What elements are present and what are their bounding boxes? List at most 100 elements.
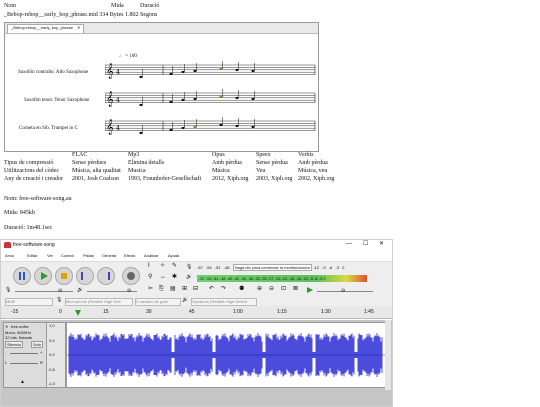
note <box>181 126 185 130</box>
timeline[interactable]: -15 0 15 30 45 1:00 1:15 1:30 1:45 <box>1 306 392 319</box>
undo-icon[interactable]: ↶ <box>209 286 214 293</box>
envelope-tool-icon[interactable]: ✧ <box>160 263 165 270</box>
note <box>219 67 223 71</box>
channels-select[interactable]: 2 canales de grab <box>135 298 181 306</box>
note <box>193 69 197 73</box>
menu-generar[interactable]: Generar <box>102 253 117 258</box>
vertical-ruler: 1,0 0,5 0,0 -0,5 -1,0 <box>46 322 66 388</box>
gain-slider[interactable] <box>10 353 38 354</box>
record-volume-thumb[interactable]: ⊖ <box>58 288 62 294</box>
draw-tool-icon[interactable]: ✎ <box>172 263 177 270</box>
score-viewer: _Bebop-rebop__early_bop_phrase ✕ ♩ = 100… <box>4 22 319 152</box>
playback-meter[interactable]: -57 -54 -51 -48 -45 -42 -39 -36 -33 -30 … <box>197 275 367 282</box>
track-close-icon[interactable]: ✕ <box>5 324 8 329</box>
copy-icon[interactable]: ⎘ <box>159 286 164 293</box>
output-device-select[interactable]: Speakers (Realtek High Definit <box>191 298 257 306</box>
play-speed-thumb[interactable]: ⊖ <box>341 288 345 294</box>
playback-volume-thumb[interactable]: ⊖ <box>127 288 131 294</box>
close-window-button[interactable]: ✕ <box>379 241 384 248</box>
codec-cell: Amb pèrdua <box>298 160 328 166</box>
pause-button[interactable] <box>13 267 31 285</box>
menu-arxiu[interactable]: Arxiu <box>5 253 14 258</box>
menu-control[interactable]: Control <box>61 253 74 258</box>
codec-cell: Utilitzacions del còdec <box>4 168 59 174</box>
cut-icon[interactable]: ✂ <box>148 286 153 293</box>
play-button[interactable] <box>34 267 52 285</box>
headphones-icon <box>4 242 11 248</box>
timeline-label: 1:00 <box>233 309 243 315</box>
meter-prompt[interactable]: Haga clic para comenzar la monitorizació… <box>232 264 312 271</box>
note <box>251 69 255 73</box>
selection-tool-icon[interactable]: I <box>148 263 150 270</box>
skip-start-button[interactable] <box>76 267 94 285</box>
codec-cell: Música, alta qualitat <box>72 168 121 174</box>
record-volume-slider[interactable] <box>15 291 73 292</box>
speaker-device-icon: 🔊 <box>182 297 189 303</box>
vertical-scrollbar[interactable] <box>385 320 391 390</box>
codec-header-cell: Opus <box>212 152 225 158</box>
input-device-value: Microphone (Realtek High Defi <box>66 299 121 304</box>
track-area: ✕ free-softw Mono, 8000Hz 32 bits, flota… <box>1 320 392 390</box>
record-meter[interactable]: -57 -54 -51 -48 Haga clic para comenzar … <box>197 264 375 272</box>
multi-tool-icon[interactable]: ✱ <box>172 274 177 281</box>
stop-button[interactable] <box>55 267 73 285</box>
host-select[interactable]: MME <box>5 298 53 306</box>
sync-lock-icon[interactable]: ⚉ <box>239 286 244 293</box>
codec-cell: 2002, Xiph.org <box>298 176 335 182</box>
audacity-window: free-software-song — ☐ ✕ Arxiu Editar Ve… <box>0 239 393 407</box>
track-control-panel: ✕ free-softw Mono, 8000Hz 32 bits, flota… <box>3 322 47 388</box>
close-icon[interactable]: ✕ <box>77 25 80 30</box>
score-tabbar: _Bebop-rebop__early_bop_phrase ✕ <box>5 23 318 34</box>
staff-label-tenor-sax: Saxofón tenor. Tenor Saxophone <box>24 98 90 103</box>
score-tab[interactable]: _Bebop-rebop__early_bop_phrase ✕ <box>7 24 85 33</box>
mute-button[interactable]: Silencio <box>5 341 24 348</box>
host-value: MME <box>6 299 16 304</box>
time-signature: 4 <box>116 69 120 76</box>
trim-icon[interactable]: ⊞ <box>182 286 187 293</box>
menu-ayuda[interactable]: Ayuda <box>168 253 179 258</box>
minimize-button[interactable]: — <box>346 241 352 248</box>
play-at-speed-icon[interactable] <box>307 287 313 293</box>
skip-end-icon <box>108 272 110 280</box>
fit-selection-icon[interactable]: ⊡ <box>281 286 286 293</box>
codec-cell: Amb pèrdua <box>212 160 242 166</box>
redo-icon[interactable]: ↷ <box>221 286 226 293</box>
waveform-area[interactable] <box>66 322 386 388</box>
track-name[interactable]: free-softw <box>11 324 29 329</box>
menu-ver[interactable]: Ver <box>47 253 53 258</box>
note <box>251 125 255 129</box>
silence-icon[interactable]: ⊟ <box>193 286 198 293</box>
note <box>181 70 185 74</box>
menu-analizar[interactable]: Analizar <box>144 253 158 258</box>
codec-header-cell: Mp3 <box>128 152 140 158</box>
menu-editar[interactable]: Editar <box>27 253 37 258</box>
note <box>139 131 143 135</box>
meter-right-9: -9 <box>322 265 326 270</box>
note <box>235 124 239 128</box>
solo-button[interactable]: Solo <box>31 341 44 348</box>
maximize-button[interactable]: ☐ <box>363 241 368 248</box>
pan-slider[interactable] <box>10 363 38 364</box>
zoom-in-icon[interactable]: ⊕ <box>257 286 262 293</box>
timeshift-tool-icon[interactable]: ↔ <box>160 274 166 281</box>
timeline-label: 0 <box>59 309 62 315</box>
menu-pistas[interactable]: Pistas <box>83 253 94 258</box>
audio-duration: Duració: 1m48.1sec <box>4 225 53 231</box>
skip-end-button[interactable] <box>97 267 115 285</box>
record-button[interactable] <box>122 267 140 285</box>
timeline-label: 15 <box>103 309 109 315</box>
zoom-out-icon[interactable]: ⊖ <box>269 286 274 293</box>
collapse-track-icon[interactable]: ▲ <box>20 379 25 385</box>
codec-cell: Música <box>212 168 230 174</box>
zoom-tool-icon[interactable]: ⚲ <box>148 274 152 281</box>
playhead-icon[interactable] <box>75 310 81 316</box>
note <box>169 100 173 104</box>
menu-efecto[interactable]: Efecto <box>124 253 135 258</box>
treble-clef-icon: 𝄞 <box>106 92 114 107</box>
staff-label-trumpet: Corneta en Sib. Trumpet in C <box>19 126 78 131</box>
paste-icon[interactable]: ▤ <box>170 286 176 293</box>
codec-cell: 2001, Josh Coalson <box>72 176 119 182</box>
fit-project-icon[interactable]: ⊠ <box>293 286 298 293</box>
input-device-select[interactable]: Microphone (Realtek High Defi <box>65 298 133 306</box>
stop-icon <box>61 273 67 279</box>
